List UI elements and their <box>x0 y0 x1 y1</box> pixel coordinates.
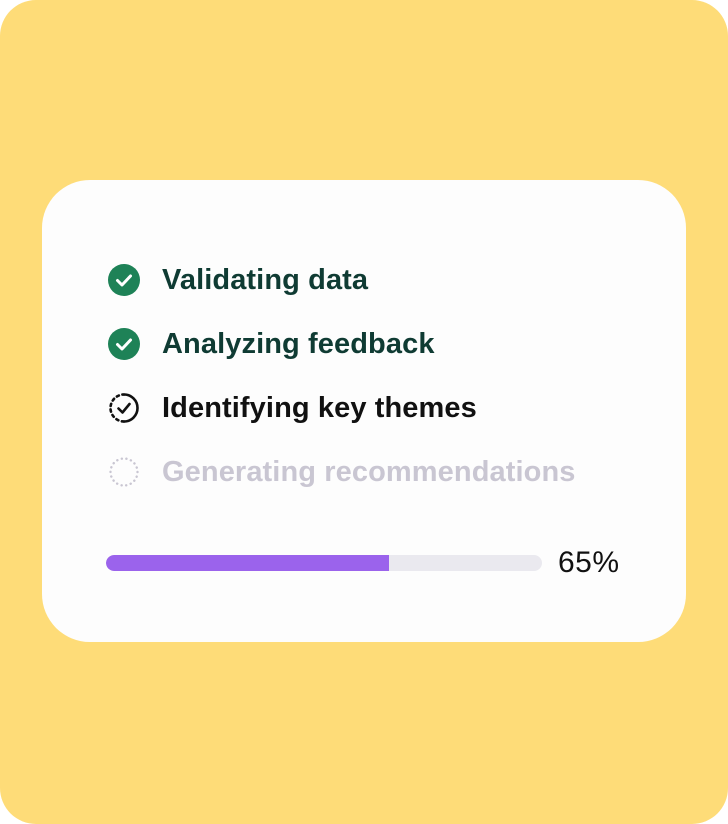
progress-row: 65% <box>106 546 620 580</box>
progress-fill <box>106 555 390 571</box>
progress-card: Validating data Analyzing feedback Ident… <box>42 180 686 642</box>
progress-bar <box>106 555 542 571</box>
dotted-circle-icon <box>108 456 140 488</box>
step-label: Identifying key themes <box>162 391 477 424</box>
check-circle-icon <box>108 328 140 360</box>
step-item-analyzing-feedback: Analyzing feedback <box>108 312 576 376</box>
step-item-identifying-key-themes: Identifying key themes <box>108 376 576 440</box>
step-item-validating-data: Validating data <box>108 248 576 312</box>
background-frame: Validating data Analyzing feedback Ident… <box>0 0 728 824</box>
progress-percentage: 65% <box>558 546 620 579</box>
check-circle-icon <box>108 264 140 296</box>
step-list: Validating data Analyzing feedback Ident… <box>108 248 576 504</box>
step-item-generating-recommendations: Generating recommendations <box>108 440 576 504</box>
step-label: Validating data <box>162 263 369 296</box>
dashed-check-circle-icon <box>108 392 140 424</box>
step-label: Analyzing feedback <box>162 327 435 360</box>
step-label: Generating recommendations <box>162 455 576 488</box>
